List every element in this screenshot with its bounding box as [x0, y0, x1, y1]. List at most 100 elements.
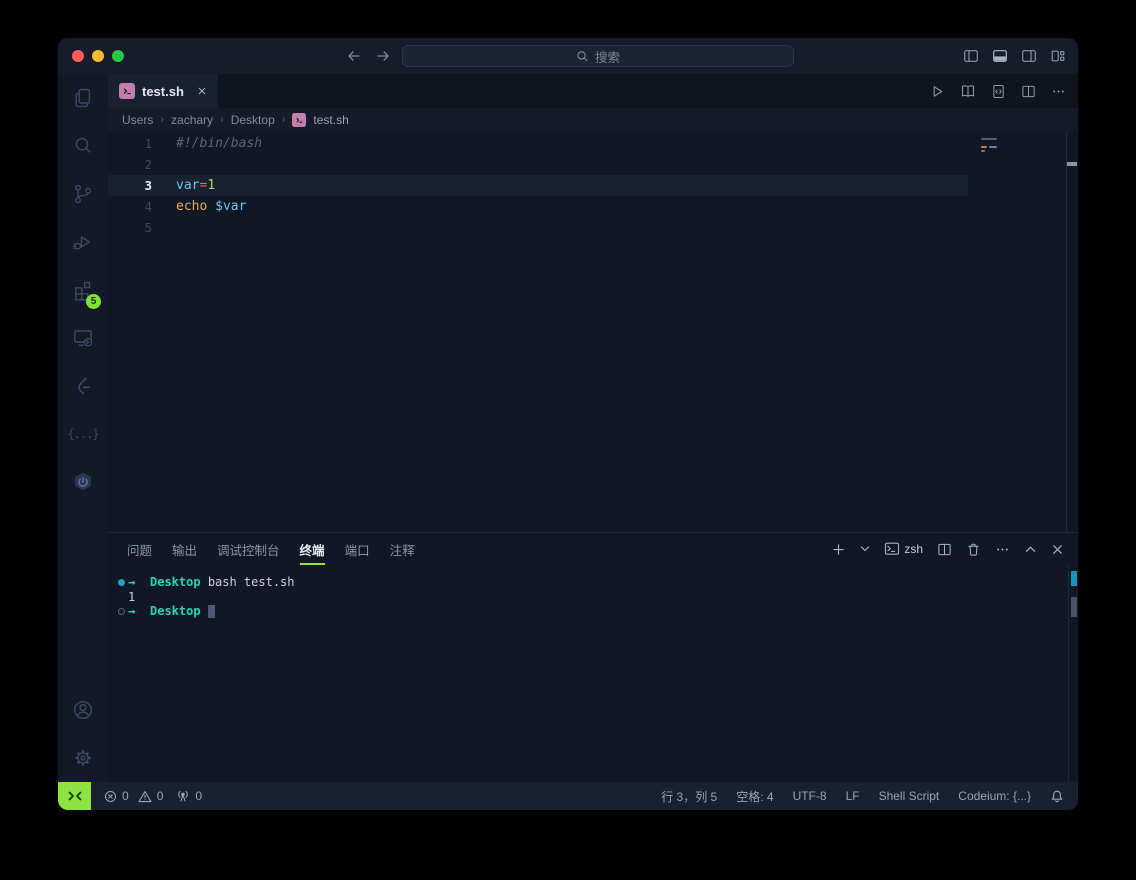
spring-boot-power-icon [71, 470, 95, 494]
close-panel-icon[interactable] [1051, 543, 1064, 556]
line-number[interactable]: 2 [108, 154, 152, 175]
language-mode[interactable]: Shell Script [879, 789, 940, 803]
indentation[interactable]: 空格: 4 [736, 788, 773, 805]
codeium-status[interactable]: Codeium: {...} [958, 789, 1031, 803]
code-token: $var [207, 199, 246, 214]
problems-status[interactable]: 0 0 [104, 789, 163, 803]
run-file-icon[interactable] [930, 84, 945, 99]
code-editor[interactable]: 1 #!/bin/bash 2 3 var=1 4 echo $var [108, 132, 1078, 532]
editor-scrollbar[interactable] [1066, 132, 1078, 532]
radio-tower-icon [176, 789, 190, 803]
titlebar: 搜索 [58, 38, 1078, 74]
remote-explorer-icon [71, 326, 95, 350]
toggle-panel-icon[interactable] [992, 48, 1008, 64]
breadcrumb-file[interactable]: test.sh [313, 113, 348, 127]
leetcode-icon [71, 374, 95, 398]
forward-arrow-icon[interactable] [375, 48, 391, 64]
activity-bar: 5 {...} [58, 74, 108, 782]
terminal-instance-zsh[interactable]: zsh [884, 541, 923, 557]
sidebar-item-leetcode[interactable] [59, 362, 107, 410]
remote-icon [67, 789, 83, 803]
command-decoration-icon[interactable] [114, 579, 128, 586]
more-actions-icon[interactable] [1051, 84, 1066, 99]
search-magnifier-icon [71, 134, 95, 158]
sidebar-item-source-control[interactable] [59, 170, 107, 218]
close-window-button[interactable] [72, 50, 84, 62]
search-placeholder: 搜索 [595, 47, 620, 66]
code-line-current[interactable]: 3 var=1 [108, 175, 968, 196]
open-preview-icon[interactable] [960, 83, 976, 99]
tab-test-sh[interactable]: test.sh [108, 74, 218, 108]
split-editor-icon[interactable] [1021, 84, 1036, 99]
line-number[interactable]: 1 [108, 133, 152, 154]
desktop-background: 搜索 [0, 0, 1136, 880]
split-terminal-icon[interactable] [937, 542, 952, 557]
minimap[interactable] [973, 134, 1065, 532]
tab-debug-console[interactable]: 调试控制台 [217, 533, 280, 565]
line-number[interactable]: 5 [108, 217, 152, 238]
shell-file-icon [292, 113, 306, 127]
new-terminal-icon[interactable] [831, 542, 846, 557]
error-icon [104, 790, 117, 803]
sidebar-item-extensions[interactable]: 5 [59, 266, 107, 314]
tab-terminal[interactable]: 终端 [300, 533, 325, 565]
sidebar-item-explorer[interactable] [59, 74, 107, 122]
terminal-output[interactable]: → Desktop bash test.sh 1 → Deskt [108, 565, 1078, 782]
terminal-scrollbar-thumb[interactable] [1071, 597, 1077, 617]
breadcrumb-segment[interactable]: Desktop [231, 113, 275, 127]
breadcrumb-segment[interactable]: zachary [171, 113, 213, 127]
terminal-output-row: 1 [114, 590, 1078, 605]
back-arrow-icon[interactable] [346, 48, 362, 64]
toggle-secondary-sidebar-icon[interactable] [1021, 48, 1037, 64]
toggle-primary-sidebar-icon[interactable] [963, 48, 979, 64]
tab-comments[interactable]: 注释 [390, 533, 415, 565]
code-token: #!/bin/bash [176, 136, 262, 151]
git-branch-icon [71, 182, 95, 206]
kill-terminal-trash-icon[interactable] [966, 542, 981, 557]
code-line[interactable]: 2 [108, 154, 1078, 175]
ports-status[interactable]: 0 [176, 789, 202, 803]
chevron-right-icon: › [160, 114, 164, 126]
sidebar-item-remote-explorer[interactable] [59, 314, 107, 362]
line-number[interactable]: 3 [108, 175, 152, 196]
search-input[interactable]: 搜索 [402, 45, 794, 67]
tab-close-icon[interactable] [197, 86, 207, 96]
code-line[interactable]: 5 [108, 217, 1078, 238]
scrollbar-cursor-marker [1067, 162, 1077, 166]
terminal-dropdown-chevron-icon[interactable] [860, 544, 870, 554]
sidebar-item-braces-extension[interactable]: {...} [59, 410, 107, 458]
customize-layout-icon[interactable] [1050, 48, 1066, 64]
extensions-badge: 5 [86, 294, 101, 309]
sidebar-item-run-debug[interactable] [59, 218, 107, 266]
tab-output[interactable]: 输出 [172, 533, 197, 565]
line-number[interactable]: 4 [108, 196, 152, 217]
encoding[interactable]: UTF-8 [793, 789, 827, 803]
shell-label: zsh [904, 542, 923, 556]
code-line[interactable]: 1 #!/bin/bash [108, 133, 1078, 154]
terminal-scrollbar[interactable] [1068, 566, 1078, 782]
eol-sequence[interactable]: LF [846, 789, 860, 803]
panel-more-actions-icon[interactable] [995, 542, 1010, 557]
gear-icon [71, 746, 95, 770]
sidebar-item-spring-boot[interactable] [59, 458, 107, 506]
account-button[interactable] [59, 686, 107, 734]
cursor-position[interactable]: 行 3，列 5 [661, 788, 717, 805]
tab-problems[interactable]: 问题 [127, 533, 152, 565]
status-bar: 0 0 0 行 3，列 5 空格: 4 UTF-8 LF Shell Scrip… [58, 782, 1078, 810]
minimize-window-button[interactable] [92, 50, 104, 62]
terminal-prompt: Desktop [150, 575, 201, 590]
warning-icon [138, 790, 152, 803]
sidebar-item-search[interactable] [59, 122, 107, 170]
remote-indicator[interactable] [58, 782, 91, 810]
prompt-decoration-icon[interactable] [114, 608, 128, 615]
breadcrumb-segment[interactable]: Users [122, 113, 153, 127]
file-code-icon[interactable] [991, 84, 1006, 99]
notifications-bell-icon[interactable] [1050, 789, 1064, 803]
code-line[interactable]: 4 echo $var [108, 196, 1078, 217]
settings-button[interactable] [59, 734, 107, 782]
tab-ports[interactable]: 端口 [345, 533, 370, 565]
terminal-cursor [208, 605, 215, 618]
terminal-output-text: 1 [128, 590, 135, 605]
maximize-window-button[interactable] [112, 50, 124, 62]
maximize-panel-chevron-icon[interactable] [1024, 543, 1037, 556]
